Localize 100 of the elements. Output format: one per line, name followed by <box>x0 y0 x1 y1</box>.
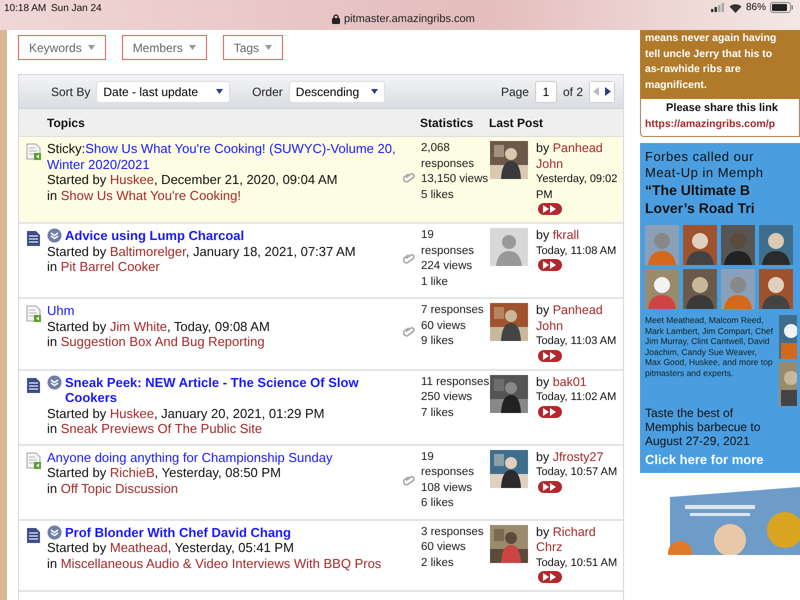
promo-text: as-rawhide ribs are <box>645 62 742 77</box>
last-post-date: Today, 11:08 AM <box>536 244 618 258</box>
page-label: Page <box>500 84 529 98</box>
board-link[interactable]: Off Topic Discussion <box>60 480 178 496</box>
go-to-last-post-button[interactable] <box>538 259 562 271</box>
double-arrow-icon <box>542 261 558 269</box>
last-post-author[interactable]: by fkrall <box>536 228 624 244</box>
page-input[interactable]: 1 <box>534 80 557 102</box>
ad-text: Meat-Up in Memph <box>645 165 765 181</box>
filter-dropdown[interactable]: Tags <box>222 35 284 60</box>
topic-title-link[interactable]: Sneak Peek: NEW Article - The Science Of Slow Cookers <box>65 374 396 406</box>
double-arrow-icon <box>542 482 558 490</box>
last-post-author[interactable]: by bak01 <box>536 374 624 390</box>
author-link[interactable]: Meathead <box>110 540 168 555</box>
double-arrow-icon <box>542 573 558 581</box>
battery-icon <box>770 2 794 13</box>
author-link[interactable]: Huskee <box>110 172 154 187</box>
topic-title-link[interactable]: Anyone doing anything for Championship Sunday <box>47 450 396 465</box>
board-link[interactable]: Miscellaneous Audio & Video Interviews With BBQ Pros <box>60 556 382 570</box>
author-link[interactable]: Baltimorelger <box>110 244 186 258</box>
topic-title-link[interactable]: Uhm <box>47 303 396 318</box>
topic-started-line: Started by Huskee, January 20, 2021, 01:29 PM <box>47 406 326 421</box>
caret-icon <box>188 45 196 50</box>
go-to-last-post-button[interactable] <box>538 406 562 418</box>
share-link[interactable]: https://amazingribs.com/p <box>645 118 776 130</box>
response-count: 19 responses <box>421 450 476 480</box>
view-count: 60 views <box>421 318 467 334</box>
view-count: 250 views <box>421 390 474 405</box>
response-count: 7 responses <box>421 303 485 318</box>
battery-percent: 86% <box>746 2 766 13</box>
caret-icon <box>216 89 224 94</box>
filter-dropdown[interactable]: Members <box>122 35 207 60</box>
next-page-button[interactable] <box>602 82 614 102</box>
author-link[interactable]: Jim White <box>110 318 167 334</box>
ad-text: Memphis barbecue to <box>645 420 762 434</box>
topic-title-link[interactable]: Prof Blonder With Chef David Chang <box>65 524 396 540</box>
like-count: 2 likes <box>421 556 455 570</box>
last-post-author[interactable]: by Panhead John <box>536 303 624 334</box>
right-arrow-icon <box>605 87 611 96</box>
order-select[interactable]: Descending <box>288 80 386 102</box>
wifi-icon <box>728 2 742 12</box>
address-bar[interactable]: pitmaster.amazingribs.com <box>332 13 475 25</box>
last-post-author[interactable]: by Richard Chrz <box>536 524 624 556</box>
topic-board-line: in Suggestion Box And Bug Reporting <box>47 334 266 350</box>
status-time: 10:18 AM <box>4 3 46 14</box>
topic-title-link[interactable]: Advice using Lump Charcoal <box>65 228 396 244</box>
like-count: 9 likes <box>421 334 455 349</box>
go-to-last-post-button[interactable] <box>538 350 562 362</box>
go-to-last-post-button[interactable] <box>538 480 562 492</box>
last-post-date: Yesterday, 09:02 PM <box>536 172 618 202</box>
topic-board-line: in Miscellaneous Audio & Video Interviews With BBQ Pros <box>47 556 382 571</box>
document-icon <box>26 305 41 322</box>
ad-text: August 27-29, 2021 <box>645 434 751 448</box>
view-count: 224 views <box>421 259 474 274</box>
view-count: 108 views <box>421 480 474 496</box>
column-header: Topics <box>47 116 86 130</box>
last-post-author[interactable]: by Panhead John <box>536 141 624 172</box>
topic-board-line: in Show Us What You're Cooking! <box>47 188 242 203</box>
ad-headline: Lover’s Road Tri <box>645 199 756 217</box>
ad-text: Meet Meathead, Malcom Reed, Mark Lambert, Jim Compart, Chef Jim Murray, Clint Cantwell, David Joachim, Candy Sue Weaver, Max Good, Huskee, and more top pitmasters and experts. <box>645 315 774 380</box>
status-date: Sun Jan 24 <box>51 3 102 14</box>
ad-headline: “The Ultimate B <box>645 181 752 199</box>
filter-dropdown[interactable]: Keywords <box>18 35 106 60</box>
event-ad-banner[interactable] <box>640 143 800 473</box>
document-icon <box>26 143 41 160</box>
topic-title-link[interactable]: Sticky:Show Us What You're Cooking! (SUWYC)-Volume 20, Winter 2020/2021 <box>47 141 396 172</box>
ad-call-to-action: Click here for more <box>645 452 764 467</box>
share-label: Please share this link <box>665 102 779 114</box>
topic-board-line: in Pit Barrel Cooker <box>47 259 161 274</box>
page-total: of 2 <box>562 84 583 98</box>
author-link[interactable]: Huskee <box>110 406 154 420</box>
response-count: 3 responses <box>421 524 485 540</box>
column-header: Statistics <box>420 116 474 130</box>
board-link[interactable]: Suggestion Box And Bug Reporting <box>60 334 265 349</box>
caret-icon <box>88 45 95 50</box>
document-icon <box>26 230 41 247</box>
board-link[interactable]: Pit Barrel Cooker <box>60 259 160 274</box>
ad-text: Forbes called our <box>645 149 755 165</box>
author-link[interactable]: RichieB <box>110 465 155 480</box>
like-count: 1 like <box>421 274 449 290</box>
go-to-last-post-button[interactable] <box>538 571 562 583</box>
default-avatar-icon <box>490 228 528 266</box>
last-post-date: Today, 10:51 AM <box>536 556 618 570</box>
response-count: 19 responses <box>421 228 476 258</box>
topic-started-line: Started by Jim White, Today, 09:08 AM <box>47 318 271 334</box>
go-to-last-post-button[interactable] <box>538 203 562 215</box>
promo-text: magnificent. <box>645 78 708 92</box>
double-arrow-icon <box>542 408 558 416</box>
last-post-author[interactable]: by Jfrosty27 <box>536 450 624 465</box>
document-icon <box>26 526 41 544</box>
ad-text: Taste the best of <box>645 406 734 420</box>
topic-board-line: in Sneak Previews Of The Public Site <box>47 421 264 436</box>
board-link[interactable]: Sneak Previews Of The Public Site <box>60 421 262 436</box>
order-label: Order <box>252 84 283 98</box>
board-link[interactable]: Show Us What You're Cooking! <box>60 188 241 202</box>
document-icon <box>26 452 41 468</box>
column-header: Last Post <box>489 116 544 130</box>
view-count: 60 views <box>421 540 467 555</box>
sort-label: Sort By <box>51 84 90 98</box>
sort-select[interactable]: Date - last update <box>96 80 230 102</box>
